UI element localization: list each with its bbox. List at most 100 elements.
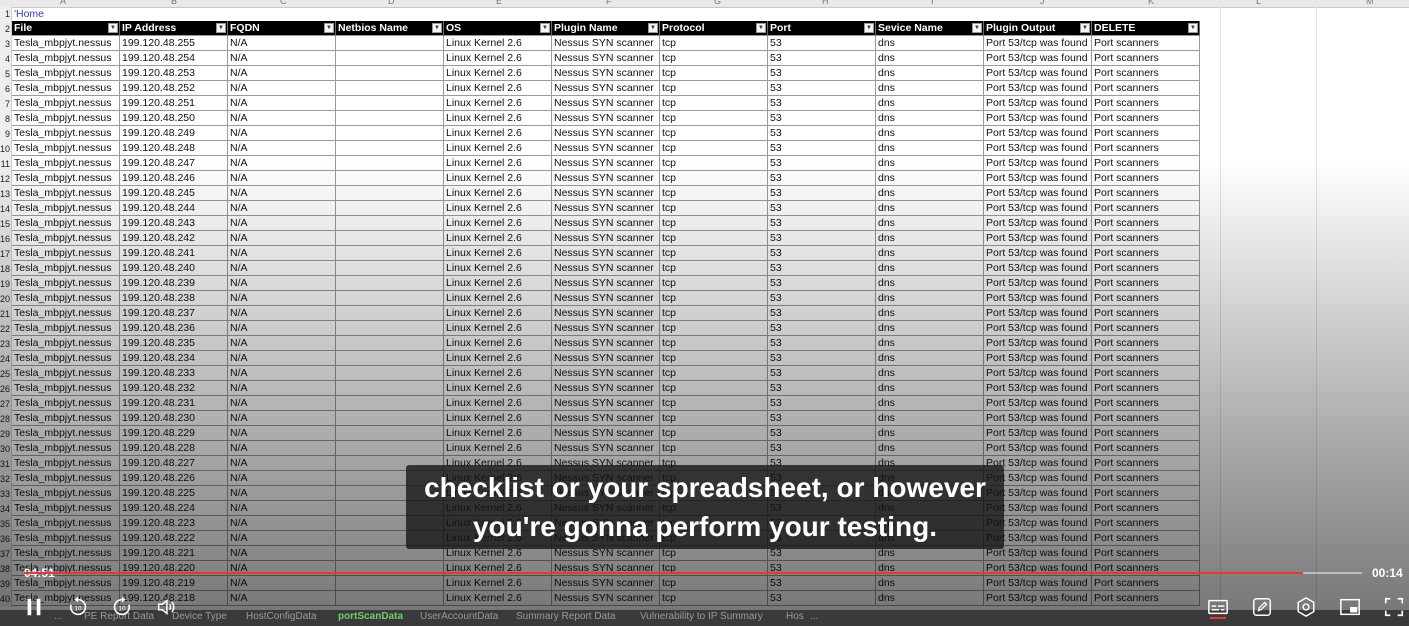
table-cell[interactable]: Port 53/tcp was found t	[984, 441, 1092, 456]
table-cell[interactable]: Port 53/tcp was found t	[984, 396, 1092, 411]
table-cell[interactable]: N/A	[228, 81, 336, 96]
progress-bar[interactable]	[24, 572, 1362, 574]
table-cell[interactable]: Linux Kernel 2.6	[444, 441, 552, 456]
table-cell[interactable]: Tesla_mbpjyt.nessus	[12, 201, 120, 216]
column-header[interactable]: OS ▼	[444, 21, 552, 36]
table-cell[interactable]: 53	[768, 216, 876, 231]
column-letter[interactable]: K	[1148, 0, 1154, 6]
table-cell[interactable]: N/A	[228, 456, 336, 471]
table-cell[interactable]: tcp	[660, 576, 768, 591]
table-cell[interactable]: Tesla_mbpjyt.nessus	[12, 171, 120, 186]
table-cell[interactable]: Port scanners	[1092, 351, 1200, 366]
table-cell[interactable]: Port 53/tcp was found t	[984, 576, 1092, 591]
table-cell[interactable]: 199.120.48.224	[120, 501, 228, 516]
table-cell[interactable]: Port 53/tcp was found t	[984, 366, 1092, 381]
table-cell[interactable]: Port 53/tcp was found t	[984, 411, 1092, 426]
column-letter[interactable]: E	[496, 0, 502, 6]
table-cell[interactable]: 199.120.48.235	[120, 336, 228, 351]
table-cell[interactable]: 53	[768, 351, 876, 366]
table-cell[interactable]: N/A	[228, 381, 336, 396]
table-cell[interactable]: Linux Kernel 2.6	[444, 171, 552, 186]
row-number[interactable]: 17	[0, 247, 11, 262]
filter-dropdown-icon[interactable]: ▼	[432, 23, 442, 33]
table-cell[interactable]: 53	[768, 261, 876, 276]
table-cell[interactable]: Port scanners	[1092, 276, 1200, 291]
table-cell[interactable]: Nessus SYN scanner	[552, 291, 660, 306]
table-cell[interactable]: 53	[768, 81, 876, 96]
table-cell[interactable]: 53	[768, 36, 876, 51]
table-cell[interactable]: 199.120.48.237	[120, 306, 228, 321]
table-cell[interactable]	[336, 51, 444, 66]
table-cell[interactable]: 199.120.48.228	[120, 441, 228, 456]
table-cell[interactable]: dns	[876, 351, 984, 366]
row-number[interactable]: 3	[0, 37, 11, 52]
table-cell[interactable]: tcp	[660, 141, 768, 156]
table-cell[interactable]: dns	[876, 261, 984, 276]
table-cell[interactable]: N/A	[228, 141, 336, 156]
table-cell[interactable]: N/A	[228, 66, 336, 81]
table-cell[interactable]: Linux Kernel 2.6	[444, 246, 552, 261]
table-cell[interactable]: Tesla_mbpjyt.nessus	[12, 531, 120, 546]
table-cell[interactable]: Linux Kernel 2.6	[444, 111, 552, 126]
table-cell[interactable]: dns	[876, 156, 984, 171]
row-number[interactable]: 1	[0, 7, 11, 22]
table-cell[interactable]: Nessus SYN scanner	[552, 111, 660, 126]
table-cell[interactable]: Linux Kernel 2.6	[444, 411, 552, 426]
table-cell[interactable]: Tesla_mbpjyt.nessus	[12, 381, 120, 396]
table-cell[interactable]: dns	[876, 66, 984, 81]
table-cell[interactable]: N/A	[228, 216, 336, 231]
table-cell[interactable]: 199.120.48.249	[120, 126, 228, 141]
column-letter[interactable]: H	[822, 0, 829, 6]
table-cell[interactable]: Nessus SYN scanner	[552, 576, 660, 591]
table-cell[interactable]: Port 53/tcp was found t	[984, 216, 1092, 231]
sheet-tab[interactable]: ...	[810, 611, 818, 622]
table-cell[interactable]: Tesla_mbpjyt.nessus	[12, 81, 120, 96]
filter-dropdown-icon[interactable]: ▼	[864, 23, 874, 33]
table-cell[interactable]: Linux Kernel 2.6	[444, 261, 552, 276]
row-number[interactable]: 40	[0, 592, 11, 607]
table-cell[interactable]: Nessus SYN scanner	[552, 156, 660, 171]
table-cell[interactable]: Port 53/tcp was found t	[984, 261, 1092, 276]
table-cell[interactable]: Port 53/tcp was found t	[984, 381, 1092, 396]
table-cell[interactable]: Port scanners	[1092, 246, 1200, 261]
table-cell[interactable]: 53	[768, 201, 876, 216]
table-cell[interactable]	[336, 411, 444, 426]
table-cell[interactable]: Port scanners	[1092, 51, 1200, 66]
table-cell[interactable]: Tesla_mbpjyt.nessus	[12, 246, 120, 261]
table-cell[interactable]	[336, 261, 444, 276]
table-cell[interactable]: Linux Kernel 2.6	[444, 426, 552, 441]
column-letter[interactable]: B	[171, 0, 177, 6]
table-cell[interactable]: 199.120.48.232	[120, 381, 228, 396]
table-cell[interactable]: 199.120.48.250	[120, 111, 228, 126]
table-cell[interactable]: Port scanners	[1092, 426, 1200, 441]
forward-button[interactable]: 10	[110, 595, 134, 619]
table-cell[interactable]: Port scanners	[1092, 141, 1200, 156]
column-header[interactable]: FQDN ▼	[228, 21, 336, 36]
table-cell[interactable]: dns	[876, 366, 984, 381]
picture-in-picture-button[interactable]	[1338, 595, 1362, 619]
row-number[interactable]: 26	[0, 382, 11, 397]
table-cell[interactable]: Nessus SYN scanner	[552, 426, 660, 441]
table-cell[interactable]: Tesla_mbpjyt.nessus	[12, 111, 120, 126]
table-cell[interactable]: dns	[876, 381, 984, 396]
table-cell[interactable]: Linux Kernel 2.6	[444, 396, 552, 411]
table-cell[interactable]: Linux Kernel 2.6	[444, 366, 552, 381]
table-cell[interactable]: 53	[768, 291, 876, 306]
table-cell[interactable]: Linux Kernel 2.6	[444, 186, 552, 201]
sheet-tab[interactable]: HostConfigData	[246, 611, 317, 622]
table-cell[interactable]: 199.120.48.251	[120, 96, 228, 111]
table-cell[interactable]: Port scanners	[1092, 591, 1200, 606]
table-cell[interactable]: Linux Kernel 2.6	[444, 201, 552, 216]
table-cell[interactable]: Tesla_mbpjyt.nessus	[12, 441, 120, 456]
row-number[interactable]: 12	[0, 172, 11, 187]
table-cell[interactable]: Port scanners	[1092, 366, 1200, 381]
table-cell[interactable]: 199.120.48.242	[120, 231, 228, 246]
table-cell[interactable]: 199.120.48.234	[120, 351, 228, 366]
row-number[interactable]: 9	[0, 127, 11, 142]
table-cell[interactable]: Port scanners	[1092, 396, 1200, 411]
table-cell[interactable]: tcp	[660, 96, 768, 111]
sheet-tab[interactable]: Summary Report Data	[516, 611, 615, 622]
table-cell[interactable]: 199.120.48.252	[120, 81, 228, 96]
table-cell[interactable]: tcp	[660, 366, 768, 381]
table-cell[interactable]: dns	[876, 111, 984, 126]
